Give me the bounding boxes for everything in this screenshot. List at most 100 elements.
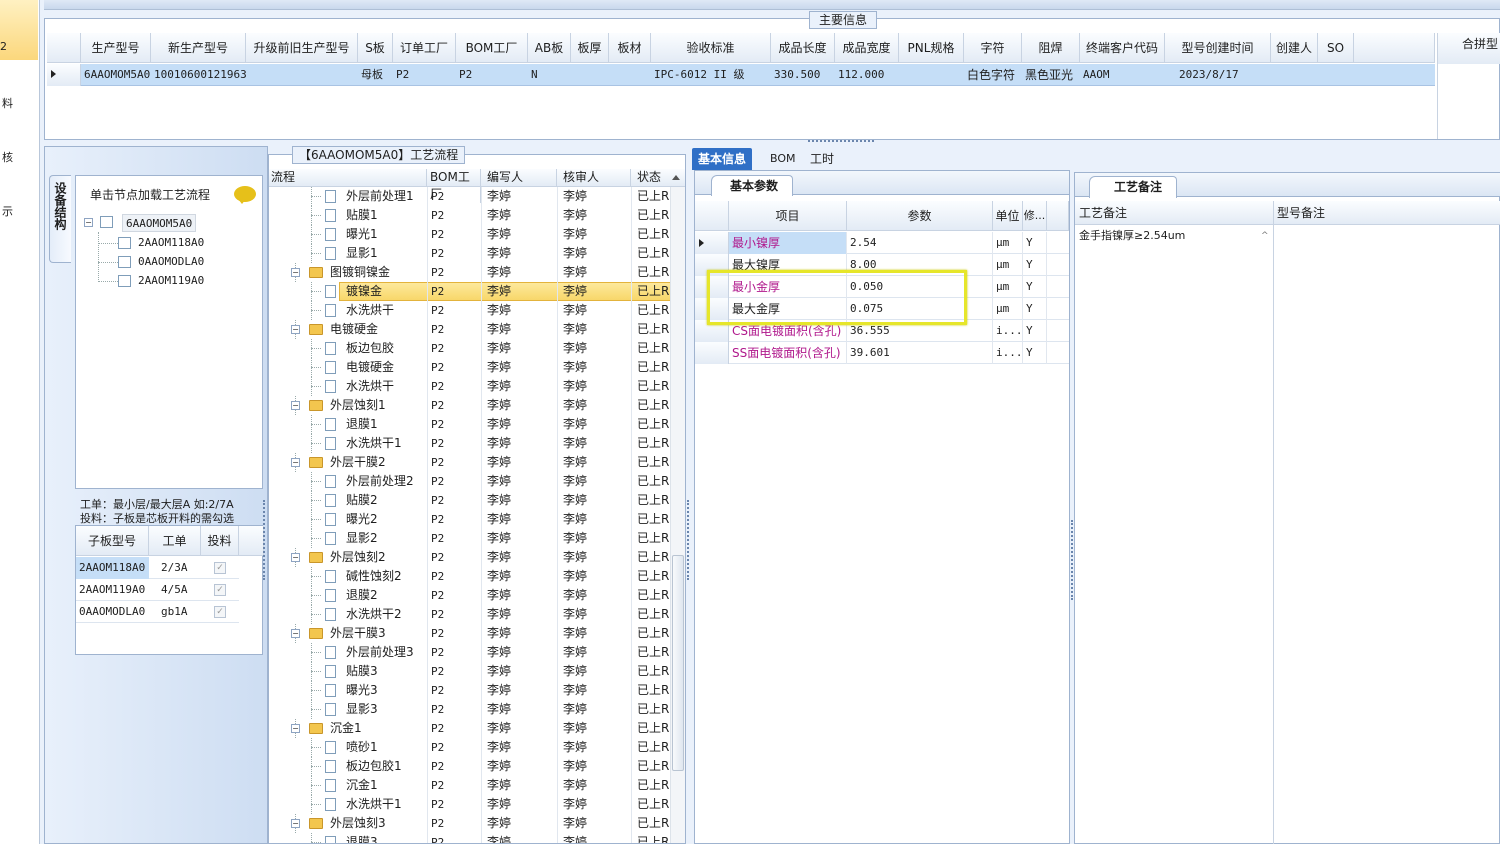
writer-cell[interactable]: 李婷 [487, 225, 511, 244]
process-name[interactable]: 外层前处理3 [344, 643, 416, 662]
splitter-handle[interactable] [687, 500, 690, 580]
tree-root-label[interactable]: 6AAOMOM5A0 [122, 214, 197, 232]
sub-row[interactable]: 0AAOMODLA0 gb1A ✓ [76, 601, 239, 623]
tree-child-label[interactable]: 0AAOMODLA0 [138, 253, 204, 271]
process-name[interactable]: 外层干膜3 [328, 624, 388, 643]
status-cell[interactable]: 已上R [637, 434, 669, 453]
process-row[interactable]: 水洗烘干 P2 李婷 李婷 已上R [269, 301, 685, 320]
sub-cell-model[interactable]: 2AAOM119A0 [76, 579, 149, 601]
param-mod[interactable]: Y [1023, 320, 1047, 342]
bom-cell[interactable]: P2 [431, 567, 444, 586]
reviewer-cell[interactable]: 李婷 [563, 681, 587, 700]
col-header[interactable]: 单位 [993, 201, 1023, 231]
status-cell[interactable]: 已上R [637, 187, 669, 206]
table-row[interactable]: 6AAOMOM5A0 10010600121963 母板 P2 P2 N IPC… [47, 64, 1435, 86]
writer-cell[interactable]: 李婷 [487, 757, 511, 776]
col-header[interactable]: 工艺备注 [1079, 201, 1127, 225]
col-header[interactable]: 终端客户代码 [1080, 33, 1165, 63]
cell[interactable]: 112.000 [835, 64, 899, 86]
writer-cell[interactable]: 李婷 [487, 624, 511, 643]
reviewer-cell[interactable]: 李婷 [563, 567, 587, 586]
param-mod[interactable]: Y [1023, 298, 1047, 320]
reviewer-cell[interactable]: 李婷 [563, 814, 587, 833]
tree-root[interactable]: − 6AAOMOM5A0 [82, 214, 202, 232]
status-cell[interactable]: 已上R [637, 548, 669, 567]
col-header[interactable]: 板材 [609, 33, 651, 63]
sub-row[interactable]: 2AAOM119A0 4/5A ✓ [76, 579, 239, 601]
writer-cell[interactable]: 李婷 [487, 434, 511, 453]
bom-cell[interactable]: P2 [431, 795, 444, 814]
param-item[interactable]: 最小镍厚 [729, 232, 847, 254]
cell[interactable]: 6AAOMOM5A0 [81, 64, 151, 86]
param-unit[interactable]: μm [993, 254, 1023, 276]
process-name[interactable]: 水洗烘干 [344, 377, 396, 396]
writer-cell[interactable]: 李婷 [487, 643, 511, 662]
status-cell[interactable]: 已上R [637, 795, 669, 814]
status-cell[interactable]: 已上R [637, 301, 669, 320]
param-row[interactable]: 最小镍厚 2.54 μm Y [695, 232, 1069, 254]
bom-cell[interactable]: P2 [431, 434, 444, 453]
status-cell[interactable]: 已上R [637, 396, 669, 415]
bom-cell[interactable]: P2 [431, 415, 444, 434]
process-row[interactable]: 碱性蚀刻2 P2 李婷 李婷 已上R [269, 567, 685, 586]
writer-cell[interactable]: 李婷 [487, 795, 511, 814]
process-name[interactable]: 外层前处理1 [344, 187, 416, 206]
status-cell[interactable]: 已上R [637, 339, 669, 358]
collapse-icon[interactable]: − [291, 458, 300, 467]
process-row[interactable]: 水洗烘干1 P2 李婷 李婷 已上R [269, 434, 685, 453]
col-header[interactable]: 项目 [729, 201, 847, 231]
reviewer-cell[interactable]: 李婷 [563, 643, 587, 662]
process-row[interactable]: − 外层干膜3 P2 李婷 李婷 已上R [269, 624, 685, 643]
process-row[interactable]: − 外层蚀刻3 P2 李婷 李婷 已上R [269, 814, 685, 833]
bom-cell[interactable]: P2 [431, 776, 444, 795]
status-cell[interactable]: 已上R [637, 776, 669, 795]
reviewer-cell[interactable]: 李婷 [563, 472, 587, 491]
process-name[interactable]: 显影2 [344, 529, 380, 548]
process-row[interactable]: 贴膜1 P2 李婷 李婷 已上R [269, 206, 685, 225]
subtab-basic-params[interactable]: 基本参数 [711, 175, 793, 196]
col-header[interactable]: 型号创建时间 [1165, 33, 1271, 63]
process-row[interactable]: 贴膜3 P2 李婷 李婷 已上R [269, 662, 685, 681]
col-header[interactable]: SO [1318, 33, 1354, 63]
left-strip-item[interactable]: 核 [2, 149, 13, 165]
collapse-icon[interactable]: − [291, 629, 300, 638]
sub-col-header[interactable]: 子板型号 [76, 526, 149, 556]
writer-cell[interactable]: 李婷 [487, 339, 511, 358]
status-cell[interactable]: 已上R [637, 529, 669, 548]
tab-basic-info[interactable]: 基本信息 [692, 148, 753, 170]
collapse-icon[interactable]: − [291, 724, 300, 733]
bom-cell[interactable]: P2 [431, 510, 444, 529]
process-row[interactable]: 曝光2 P2 李婷 李婷 已上R [269, 510, 685, 529]
writer-cell[interactable]: 李婷 [487, 833, 511, 843]
process-name[interactable]: 退膜3 [344, 833, 380, 843]
tab-bom[interactable]: BOM [764, 148, 802, 170]
process-row[interactable]: − 外层蚀刻2 P2 李婷 李婷 已上R [269, 548, 685, 567]
col-header[interactable]: 核审人 [557, 169, 631, 186]
process-name[interactable]: 外层蚀刻2 [328, 548, 388, 567]
feed-checkbox[interactable]: ✓ [214, 584, 226, 596]
col-header[interactable]: 板厚 [571, 33, 609, 63]
process-name[interactable]: 水洗烘干 [344, 301, 396, 320]
tab-process-remarks[interactable]: 工艺备注 [1089, 176, 1177, 198]
sub-cell-model[interactable]: 0AAOMODLA0 [76, 601, 149, 623]
bom-cell[interactable]: P2 [431, 301, 444, 320]
status-cell[interactable]: 已上R [637, 567, 669, 586]
scroll-up-icon[interactable] [672, 175, 680, 180]
reviewer-cell[interactable]: 李婷 [563, 833, 587, 843]
cell[interactable]: 白色字符 [964, 64, 1022, 86]
bom-cell[interactable]: P2 [431, 472, 444, 491]
process-name[interactable]: 曝光2 [344, 510, 380, 529]
reviewer-cell[interactable]: 李婷 [563, 510, 587, 529]
process-row[interactable]: 板边包胶 P2 李婷 李婷 已上R [269, 339, 685, 358]
process-row[interactable]: − 图镀铜镍金 P2 李婷 李婷 已上R [269, 263, 685, 282]
status-cell[interactable]: 已上R [637, 491, 669, 510]
col-header[interactable]: BOM工厂 [456, 33, 528, 63]
bom-cell[interactable]: P2 [431, 377, 444, 396]
scrollbar-thumb[interactable] [672, 555, 684, 771]
writer-cell[interactable]: 李婷 [487, 719, 511, 738]
reviewer-cell[interactable]: 李婷 [563, 757, 587, 776]
col-header[interactable]: PNL规格 [899, 33, 964, 63]
bom-cell[interactable]: P2 [431, 358, 444, 377]
writer-cell[interactable]: 李婷 [487, 377, 511, 396]
comment-icon[interactable] [234, 186, 256, 204]
